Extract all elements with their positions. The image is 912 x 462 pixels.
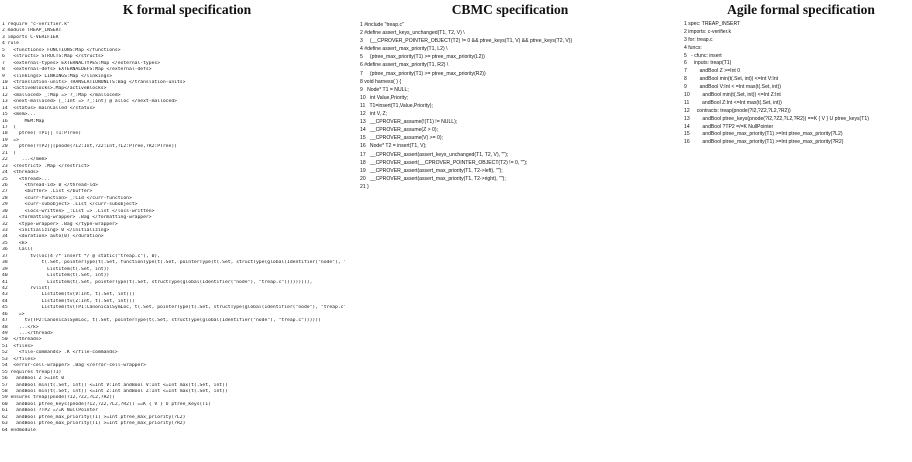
- cbmc-spec-line: 6 #define assert_max_priority(T1, R2) \: [360, 62, 449, 69]
- cbmc-spec-line: 2 #define assert_keys_unchanged(T1, T2, …: [360, 30, 465, 37]
- cbmc-spec-line: 20 __CPROVER_assert(assert_max_priority(…: [360, 175, 506, 182]
- agile-spec-line: 1 spec: TREAP_INSERT: [684, 21, 741, 27]
- k-spec-line: 38 t(.Set, pointerType(t(.Set, functionT…: [2, 260, 345, 266]
- cbmc-spec-line: 3 (__CPROVER_POINTER_OBJECT(T2) != 0 && …: [360, 38, 573, 45]
- cbmc-spec-line: 4 #define assert_max_priority(T1, L2) \: [360, 46, 448, 53]
- agile-spec-line: 11 andBool Z:Int <=Int max(t(.Set, int)): [684, 99, 782, 106]
- cbmc-spec-title: CBMC specification: [451, 2, 569, 17]
- k-spec-line: 45 ListItem(tv(TP1:CanonicalSymLoc, t(.S…: [2, 305, 345, 311]
- k-spec-line: 47 tv(TP2:CanonicalSymLoc, t(.Set, point…: [2, 318, 321, 324]
- cbmc-spec-line: 1 #include "treap.c": [360, 22, 404, 28]
- k-spec-code: 1 require "c-verifier.k" 2 module TREAP_I…: [2, 22, 347, 434]
- cbmc-spec-line: 7 (ptree_max_priority(T1) >= ptree_max_p…: [360, 70, 486, 77]
- cbmc-spec-line: 11 T1=insert(T1,Value,Priority);: [360, 102, 433, 109]
- agile-spec-line: 14 andBool ?TP2 =/=K NullPointer: [684, 123, 774, 130]
- agile-spec-line: 7 andBool Z >=Int 0: [684, 68, 741, 75]
- agile-spec-line: 16 andBool ptree_max_priority(T1) >=Int …: [684, 139, 844, 146]
- k-spec-title: K formal specification: [122, 2, 252, 17]
- agile-spec-line: 2 imports: c-verifier.k: [684, 28, 731, 35]
- cbmc-spec-line: 18 __CPROVER_assert(__CPROVER_POINTER_OB…: [360, 159, 528, 166]
- k-spec-line: 64 endmodule: [2, 427, 36, 433]
- k-spec-line: 41 ListItem(t(.Set, pointerType(t(.Set, …: [2, 279, 313, 285]
- agile-spec-line: 13 andBool ptree_keys(pnode(?I2,?Z2,?L2,…: [684, 115, 869, 122]
- cbmc-spec-line: 9 Node* T1 = NULL;: [360, 86, 409, 93]
- cbmc-spec-line: 12 int V, Z;: [360, 111, 387, 118]
- agile-spec-line: 8 andBool min(t(.Set, int)) <=Int V:Int: [684, 76, 779, 83]
- cbmc-spec-line: 21 }: [360, 183, 369, 190]
- cbmc-spec-line: 8 void harness( ) {: [360, 78, 402, 85]
- agile-spec-title: Agile formal specification: [727, 2, 875, 17]
- agile-spec-line: 6 inputs: treap(T1): [684, 60, 732, 67]
- agile-spec-line: 12 contracts: treap(pnode(?I2,?Z2,?L2,?R…: [684, 107, 791, 114]
- agile-spec-panel: Agile formal specification 1 spec: TREAP…: [684, 0, 912, 147]
- agile-spec-line: 9 andBool V:Int < =Int max(t(.Set, int)): [684, 84, 781, 91]
- k-spec-panel: K formal specification 1 require "c-veri…: [2, 0, 347, 434]
- agile-spec-code: 1 spec: TREAP_INSERT 2 imports: c-verifie…: [684, 21, 912, 147]
- cbmc-spec-line: 17 __CPROVER_assert(assert_keys_unchange…: [360, 151, 509, 158]
- cbmc-spec-code: 1 #include "treap.c" 2 #define assert_key…: [360, 21, 672, 191]
- cbmc-spec-line: 15 __CPROVER_assume(V) >= 0);: [360, 135, 443, 142]
- cbmc-spec-line: 5 (ptree_max_priority(T1) >= ptree_max_p…: [360, 54, 485, 61]
- agile-spec-line: 10 andBool min(t(.Set, int)) <=Int Z:Int: [684, 92, 781, 99]
- cbmc-spec-panel: CBMC specification 1 #include "treap.c" 2…: [360, 0, 672, 191]
- cbmc-spec-line: 19 __CPROVER_assert(assert_max_priority(…: [360, 167, 503, 174]
- agile-spec-line: 5 - cfunc: insert: [684, 52, 722, 59]
- cbmc-spec-line: 14 __CPROVER_assume(Z > 0);: [360, 127, 438, 134]
- agile-spec-line: 3 for: treap.c: [684, 36, 713, 43]
- cbmc-spec-line: 16 Node* T2 = insert(T1, V);: [360, 143, 427, 150]
- agile-spec-line: 4 funcs:: [684, 44, 702, 51]
- cbmc-spec-line: 13 __CPROVER_assume(!(T1) != NULL);: [360, 119, 458, 126]
- agile-spec-line: 15 andBool ptree_max_priority(T1) >=Int …: [684, 131, 843, 138]
- cbmc-spec-line: 10 int Value,Priority;: [360, 94, 409, 101]
